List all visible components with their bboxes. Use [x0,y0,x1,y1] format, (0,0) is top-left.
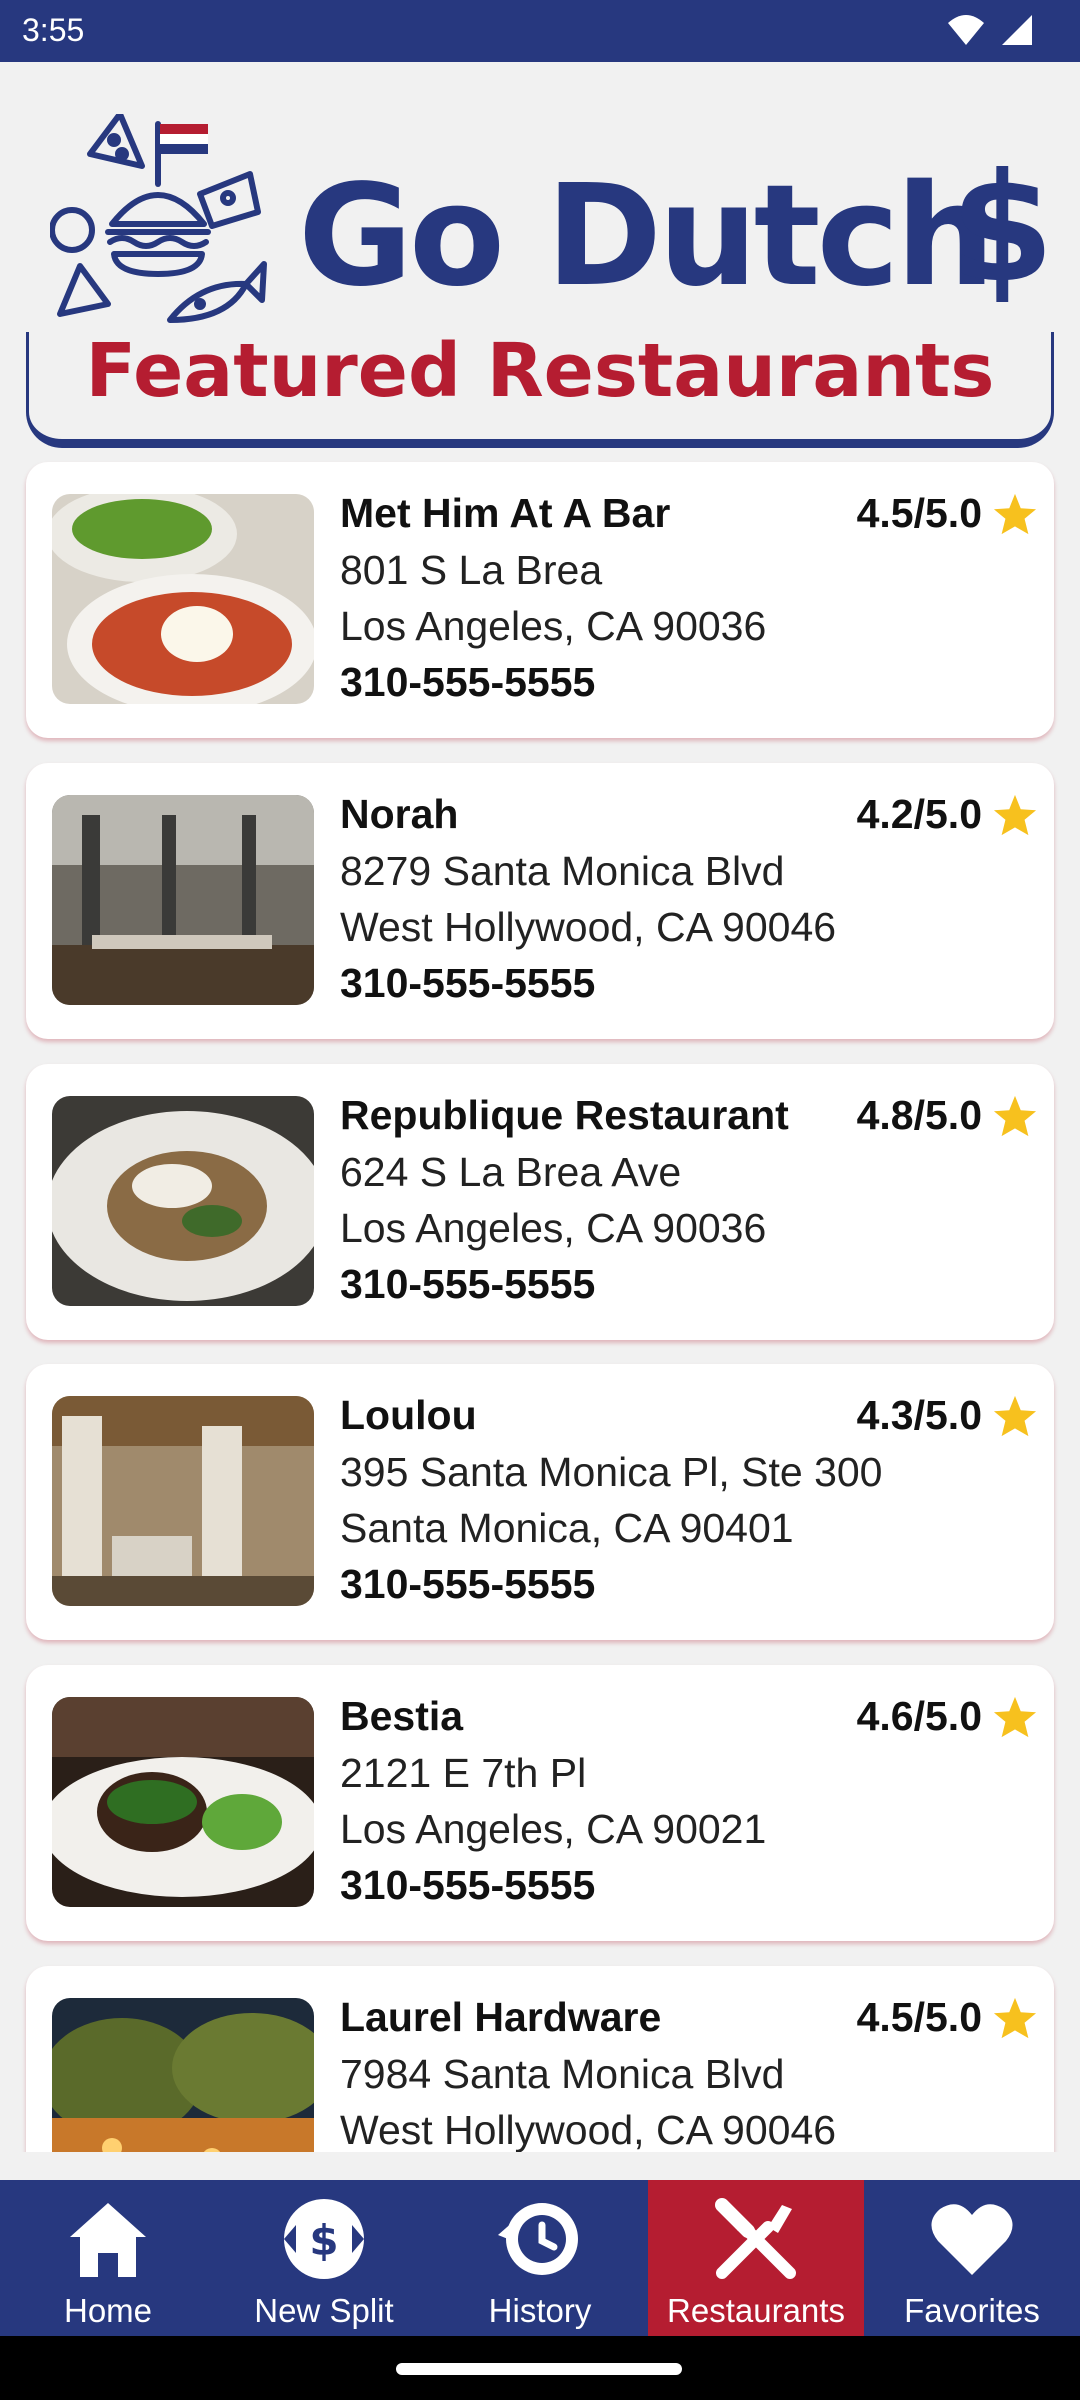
restaurant-card[interactable]: Met Him At A Bar 4.5/5.0 801 S La Brea L… [26,462,1054,738]
nav-label: Favorites [904,2292,1040,2329]
address-line-2: West Hollywood, CA 90046 [340,2107,837,2152]
restaurant-name: Republique Restaurant [340,1092,789,1138]
nav-new-split[interactable]: $ New Split [216,2180,432,2336]
restaurant-rating: 4.5/5.0 [857,1994,1038,2041]
restaurant-phone[interactable]: 310-555-5555 [340,1261,595,1308]
restaurant-rating: 4.5/5.0 [857,490,1038,537]
address-line-2: Los Angeles, CA 90036 [340,603,767,649]
featured-banner: Featured Restaurants [26,328,1054,448]
nav-label: Restaurants [667,2292,845,2329]
star-icon [993,1395,1037,1436]
restaurant-phone[interactable]: 310-555-5555 [340,1561,595,1608]
app-header: Go Dutch $ [0,62,1080,342]
bottom-nav: Home $ New Split History Restaurants Fav… [0,2180,1080,2336]
address-line-2: Los Angeles, CA 90021 [340,1806,767,1852]
restaurant-photo [52,795,314,1005]
address-line-1: 7984 Santa Monica Blvd [340,2051,785,2097]
restaurant-photo [52,1998,314,2152]
wifi-icon [948,15,984,45]
restaurant-name: Met Him At A Bar [340,490,671,536]
restaurant-photo [52,1396,314,1606]
address-line-1: 8279 Santa Monica Blvd [340,848,785,894]
star-icon [993,1997,1037,2038]
split-bill-icon: $ [279,2194,369,2284]
restaurant-rating: 4.3/5.0 [857,1392,1038,1439]
gesture-bar [0,2336,1080,2400]
svg-text:$: $ [309,2216,338,2265]
signal-icon [1002,15,1032,45]
home-icon [63,2194,153,2284]
star-icon [993,1095,1037,1136]
restaurant-card[interactable]: Laurel Hardware 4.5/5.0 7984 Santa Monic… [26,1966,1054,2152]
heart-icon [927,2194,1017,2284]
app-title: Go Dutch [298,155,995,318]
restaurant-name: Norah [340,791,459,837]
app-title-dollar: $ [950,142,1055,316]
nav-restaurants[interactable]: Restaurants [648,2180,864,2336]
nav-home[interactable]: Home [0,2180,216,2336]
restaurant-phone[interactable]: 310-555-5555 [340,659,595,706]
restaurant-name: Loulou [340,1392,477,1438]
rating-value: 4.2/5.0 [856,791,982,837]
restaurant-list[interactable]: Met Him At A Bar 4.5/5.0 801 S La Brea L… [0,452,1080,2152]
rating-value: 4.5/5.0 [856,1994,982,2040]
restaurant-card[interactable]: Republique Restaurant 4.8/5.0 624 S La B… [26,1064,1054,1340]
nav-favorites[interactable]: Favorites [864,2180,1080,2336]
restaurant-phone[interactable]: 310-555-5555 [340,1862,595,1909]
star-icon [993,794,1037,835]
restaurant-photo [52,1096,314,1306]
restaurant-card[interactable]: Norah 4.2/5.0 8279 Santa Monica Blvd Wes… [26,763,1054,1039]
restaurant-card[interactable]: Bestia 4.6/5.0 2121 E 7th Pl Los Angeles… [26,1665,1054,1941]
rating-value: 4.6/5.0 [856,1693,982,1739]
restaurant-name: Laurel Hardware [340,1994,662,2040]
rating-value: 4.8/5.0 [856,1092,982,1138]
restaurant-name: Bestia [340,1693,464,1739]
status-time: 3:55 [22,12,85,48]
restaurant-rating: 4.6/5.0 [857,1693,1038,1740]
restaurant-photo [52,494,314,704]
address-line-1: 2121 E 7th Pl [340,1750,587,1796]
restaurant-card[interactable]: Loulou 4.3/5.0 395 Santa Monica Pl, Ste … [26,1364,1054,1640]
address-line-1: 395 Santa Monica Pl, Ste 300 [340,1449,883,1495]
restaurant-rating: 4.2/5.0 [857,791,1038,838]
nav-label: New Split [254,2292,394,2329]
restaurant-phone[interactable]: 310-555-5555 [340,960,595,1007]
address-line-2: Los Angeles, CA 90036 [340,1205,767,1251]
star-icon [993,493,1037,534]
section-title: Featured Restaurants [85,328,995,414]
address-line-2: West Hollywood, CA 90046 [340,904,837,950]
history-icon [495,2194,585,2284]
rating-value: 4.5/5.0 [856,490,982,536]
nav-history[interactable]: History [432,2180,648,2336]
status-icons [946,12,1034,48]
nav-label: Home [63,2292,153,2329]
restaurant-rating: 4.8/5.0 [857,1092,1038,1139]
nav-label: History [488,2292,592,2329]
food-logo-icon [50,114,267,323]
status-bar: 3:55 [0,0,1080,62]
star-icon [993,1696,1037,1737]
rating-value: 4.3/5.0 [856,1392,982,1438]
address-line-2: Santa Monica, CA 90401 [340,1505,794,1551]
fork-knife-icon [711,2194,801,2284]
address-line-1: 624 S La Brea Ave [340,1149,682,1195]
address-line-1: 801 S La Brea [340,547,603,593]
home-gesture-handle[interactable] [396,2363,682,2375]
restaurant-photo [52,1697,314,1907]
